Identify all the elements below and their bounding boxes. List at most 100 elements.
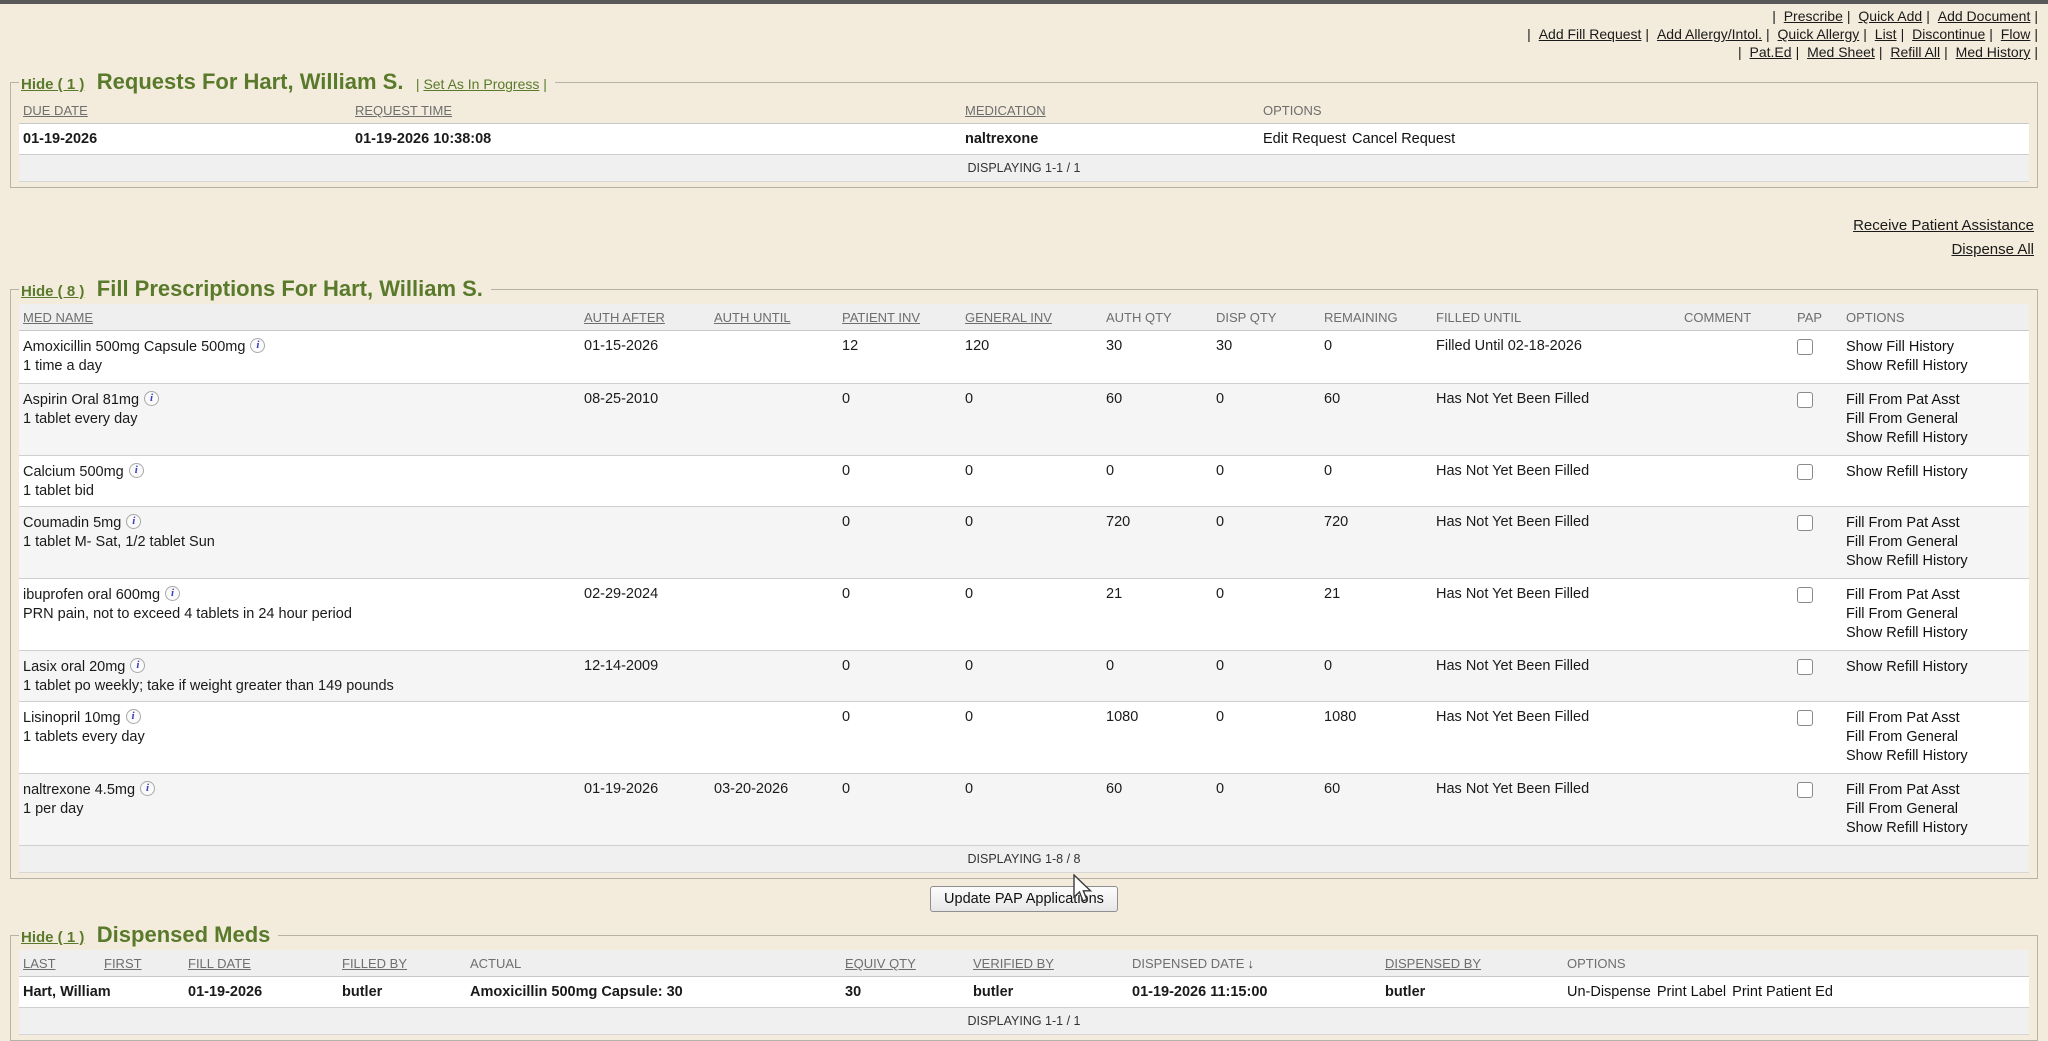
general-inv-cell: 0	[961, 702, 1102, 774]
show-refill-history-link[interactable]: Show Refill History	[1846, 819, 2025, 838]
cancel-request-link[interactable]: Cancel Request	[1352, 131, 1455, 147]
pap-checkbox[interactable]	[1797, 710, 1813, 726]
edit-request-link[interactable]: Edit Request	[1263, 131, 1346, 147]
filled-until-cell: Has Not Yet Been Filled	[1432, 579, 1680, 651]
fill-from-general-link[interactable]: Fill From General	[1846, 410, 2025, 429]
show-refill-history-link[interactable]: Show Refill History	[1846, 429, 2025, 448]
med-info-icon[interactable]: i	[165, 586, 180, 601]
fill-from-pat-asst-link[interactable]: Fill From Pat Asst	[1846, 586, 2025, 605]
fill-from-pat-asst-link[interactable]: Fill From Pat Asst	[1846, 781, 2025, 800]
add-allergy-intol-link[interactable]: Add Allergy/Intol.	[1657, 26, 1770, 42]
receive-patient-assistance-link[interactable]: Receive Patient Assistance	[0, 214, 2034, 238]
pap-checkbox[interactable]	[1797, 339, 1813, 355]
dispensed-col-dispensed-by[interactable]: DISPENSED BY	[1381, 950, 1563, 977]
add-document-link[interactable]: Add Document	[1938, 8, 2038, 24]
dispensed-col-first[interactable]: FIRST	[100, 950, 184, 977]
dispensed-displaying-text: DISPLAYING 1-1 / 1	[19, 1008, 2029, 1035]
dispensed-col-last[interactable]: LAST	[19, 950, 100, 977]
quick-add-link[interactable]: Quick Add	[1858, 8, 1929, 24]
med-sheet-link[interactable]: Med Sheet	[1807, 44, 1882, 60]
dispensed-col-equiv-qty[interactable]: EQUIV QTY	[841, 950, 969, 977]
fill-options-cell: Fill From Pat Asst Fill From General Sho…	[1842, 507, 2029, 579]
med-info-icon[interactable]: i	[126, 709, 141, 724]
med-info-icon[interactable]: i	[126, 514, 141, 529]
dispensed-col-verified-by[interactable]: VERIFIED BY	[969, 950, 1128, 977]
med-info-icon[interactable]: i	[130, 658, 145, 673]
fill-from-general-link[interactable]: Fill From General	[1846, 800, 2025, 819]
med-name-text: Calcium 500mg	[23, 464, 124, 480]
patient-inv-cell: 0	[838, 456, 961, 507]
auth-qty-cell: 720	[1102, 507, 1212, 579]
requests-col-medication[interactable]: MEDICATION	[961, 97, 1259, 124]
show-refill-history-link[interactable]: Show Refill History	[1846, 357, 2025, 376]
med-info-icon[interactable]: i	[250, 338, 265, 353]
comment-cell	[1680, 579, 1793, 651]
add-fill-request-link[interactable]: Add Fill Request	[1539, 26, 1649, 42]
show-refill-history-link[interactable]: Show Refill History	[1846, 747, 2025, 766]
fill-col-auth-after[interactable]: AUTH AFTER	[580, 304, 710, 331]
show-fill-history-link[interactable]: Show Fill History	[1846, 338, 2025, 357]
fill-col-remaining: REMAINING	[1320, 304, 1432, 331]
set-as-in-progress-link[interactable]: Set As In Progress	[423, 76, 539, 92]
show-refill-history-link[interactable]: Show Refill History	[1846, 624, 2025, 643]
pap-checkbox[interactable]	[1797, 659, 1813, 675]
auth-after-cell: 02-29-2024	[580, 579, 710, 651]
update-pap-applications-button[interactable]: Update PAP Applications	[930, 886, 1118, 912]
print-patient-ed-link[interactable]: Print Patient Ed	[1732, 984, 1833, 1000]
dispensed-col-fill-date[interactable]: FILL DATE	[184, 950, 338, 977]
flow-link[interactable]: Flow	[2001, 26, 2038, 42]
requests-hide-link[interactable]: Hide ( 1 )	[21, 76, 84, 93]
un-dispense-link[interactable]: Un-Dispense	[1567, 984, 1651, 1000]
list-link[interactable]: List	[1875, 26, 1904, 42]
fill-from-general-link[interactable]: Fill From General	[1846, 728, 2025, 747]
dispensed-date-label[interactable]: DISPENSED DATE	[1132, 956, 1244, 971]
fill-col-auth-until[interactable]: AUTH UNTIL	[710, 304, 838, 331]
pap-checkbox[interactable]	[1797, 782, 1813, 798]
request-row: 01-19-2026 01-19-2026 10:38:08 naltrexon…	[19, 124, 2029, 155]
auth-qty-cell: 30	[1102, 331, 1212, 384]
fill-from-pat-asst-link[interactable]: Fill From Pat Asst	[1846, 709, 2025, 728]
show-refill-history-link[interactable]: Show Refill History	[1846, 658, 2025, 677]
menu-line-2: Add Fill Request Add Allergy/Intol. Quic…	[0, 25, 2038, 43]
filled-by-cell: butler	[338, 977, 466, 1008]
fill-col-med-name[interactable]: MED NAME	[19, 304, 580, 331]
med-history-link[interactable]: Med History	[1956, 44, 2038, 60]
requests-col-due-date[interactable]: DUE DATE	[19, 97, 351, 124]
quick-allergy-link[interactable]: Quick Allergy	[1778, 26, 1867, 42]
pat-ed-link[interactable]: Pat.Ed	[1750, 44, 1800, 60]
patient-inv-cell: 0	[838, 507, 961, 579]
dispense-all-link[interactable]: Dispense All	[0, 238, 2034, 262]
right-action-links: Receive Patient Assistance Dispense All	[0, 214, 2034, 262]
pap-checkbox[interactable]	[1797, 392, 1813, 408]
dispensed-col-filled-by[interactable]: FILLED BY	[338, 950, 466, 977]
fill-from-pat-asst-link[interactable]: Fill From Pat Asst	[1846, 514, 2025, 533]
prescribe-link[interactable]: Prescribe	[1784, 8, 1851, 24]
print-label-link[interactable]: Print Label	[1657, 984, 1726, 1000]
pap-checkbox[interactable]	[1797, 587, 1813, 603]
fill-from-general-link[interactable]: Fill From General	[1846, 533, 2025, 552]
fill-from-pat-asst-link[interactable]: Fill From Pat Asst	[1846, 391, 2025, 410]
dispensed-col-dispensed-date[interactable]: DISPENSED DATE↓	[1128, 950, 1381, 977]
dispensed-paging-row: DISPLAYING 1-1 / 1	[19, 1008, 2029, 1035]
refill-all-link[interactable]: Refill All	[1890, 44, 1947, 60]
fill-col-options: OPTIONS	[1842, 304, 2029, 331]
fill-col-general-inv[interactable]: GENERAL INV	[961, 304, 1102, 331]
show-refill-history-link[interactable]: Show Refill History	[1846, 552, 2025, 571]
show-refill-history-link[interactable]: Show Refill History	[1846, 463, 2025, 482]
patient-inv-cell: 0	[838, 579, 961, 651]
auth-qty-cell: 21	[1102, 579, 1212, 651]
med-info-icon[interactable]: i	[140, 781, 155, 796]
discontinue-link[interactable]: Discontinue	[1912, 26, 1993, 42]
requests-col-request-time[interactable]: REQUEST TIME	[351, 97, 961, 124]
auth-qty-cell: 1080	[1102, 702, 1212, 774]
pap-checkbox[interactable]	[1797, 515, 1813, 531]
fill-col-patient-inv[interactable]: PATIENT INV	[838, 304, 961, 331]
med-info-icon[interactable]: i	[144, 391, 159, 406]
fill-from-general-link[interactable]: Fill From General	[1846, 605, 2025, 624]
dispensed-meds-hide-link[interactable]: Hide ( 1 )	[21, 929, 84, 946]
menu-line-3: Pat.Ed Med Sheet Refill All Med History	[0, 43, 2038, 61]
pap-checkbox[interactable]	[1797, 464, 1813, 480]
med-info-icon[interactable]: i	[129, 463, 144, 478]
fill-prescriptions-hide-link[interactable]: Hide ( 8 )	[21, 283, 84, 300]
remaining-cell: 1080	[1320, 702, 1432, 774]
